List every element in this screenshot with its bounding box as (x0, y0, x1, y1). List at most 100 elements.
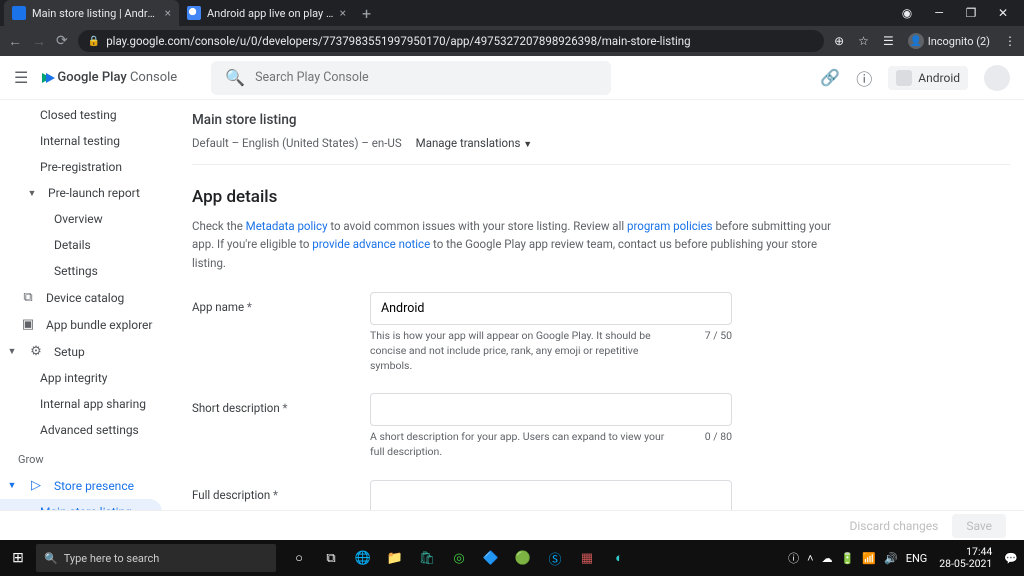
minimize-icon[interactable]: ― (932, 6, 946, 20)
label-short-desc: Short description * (192, 393, 370, 459)
app-icon (896, 70, 912, 86)
url-field[interactable]: 🔒 play.google.com/console/u/0/developers… (78, 30, 824, 52)
sidebar-item-app-bundle[interactable]: ▣App bundle explorer (0, 311, 162, 338)
zoom-icon[interactable]: ⊕ (834, 34, 844, 48)
notifications-icon[interactable]: 💬 (1004, 552, 1018, 565)
footer-bar: Discard changes Save (0, 510, 1024, 540)
program-policies-link[interactable]: program policies (627, 219, 713, 233)
taskbar-search[interactable]: 🔍 Type here to search (36, 544, 276, 572)
sidebar-item-internal-sharing[interactable]: Internal app sharing (0, 391, 162, 417)
bookmark-icon[interactable]: ☆ (858, 34, 869, 48)
browser-tab-active[interactable]: Main store listing | Android × (4, 0, 179, 26)
sidebar-item-internal-testing[interactable]: Internal testing (0, 128, 162, 154)
forward-icon[interactable]: → (32, 33, 46, 50)
row-short-desc: Short description * A short description … (192, 383, 1024, 469)
app-header: ☰ Google Play Console 🔍 🔗 ⓘ Android (0, 56, 1024, 100)
sidebar-section-grow: Grow (0, 443, 170, 472)
chevron-down-icon: ▼ (6, 480, 18, 491)
sidebar-item-store-presence[interactable]: ▼▷Store presence (0, 472, 162, 499)
app-icon[interactable]: ◐ (606, 545, 632, 571)
maximize-icon[interactable]: ❐ (964, 6, 978, 20)
close-window-icon[interactable]: ✕ (996, 6, 1010, 20)
chevron-up-icon[interactable]: ˄ (807, 552, 813, 565)
discard-button[interactable]: Discard changes (849, 519, 938, 533)
battery-icon[interactable]: 🔋 (841, 552, 855, 565)
devices-icon: ⧉ (20, 290, 36, 305)
app-name-hint: This is how your app will appear on Goog… (370, 329, 670, 373)
short-desc-hint: A short description for your app. Users … (370, 430, 670, 459)
back-icon[interactable]: ← (8, 33, 22, 50)
sidebar-item-advanced-settings[interactable]: Advanced settings (0, 417, 162, 443)
short-desc-input[interactable] (370, 393, 732, 426)
gear-icon: ⚙ (28, 344, 44, 359)
sidebar-item-closed-testing[interactable]: Closed testing (0, 102, 162, 128)
url-text: play.google.com/console/u/0/developers/7… (106, 34, 690, 48)
sidebar-item-setup[interactable]: ▼⚙Setup (0, 338, 162, 365)
sidebar-item-pre-registration[interactable]: Pre-registration (0, 154, 162, 180)
sidebar-item-prelaunch[interactable]: ▼Pre-launch report (0, 180, 162, 206)
new-tab-button[interactable]: + (354, 4, 379, 23)
lang-indicator[interactable]: ENG (906, 552, 928, 565)
sidebar-item-overview[interactable]: Overview (0, 206, 162, 232)
app-name-input[interactable] (370, 292, 732, 325)
advance-notice-link[interactable]: provide advance notice (312, 237, 430, 251)
search-icon: 🔍 (44, 552, 58, 565)
label-full-desc: Full description * (192, 480, 370, 510)
cortana-icon[interactable]: ○ (286, 545, 312, 571)
chrome-icon[interactable]: 🟢 (510, 545, 536, 571)
incognito-icon: 👤 (908, 33, 924, 49)
onedrive-icon[interactable]: ☁ (822, 552, 833, 565)
play-console-logo[interactable]: Google Play Console (42, 70, 177, 85)
explorer-icon[interactable]: 📁 (382, 545, 408, 571)
reload-icon[interactable]: ⟳ (56, 33, 68, 49)
sidebar-item-device-catalog[interactable]: ⧉Device catalog (0, 284, 162, 311)
search-box[interactable]: 🔍 (211, 61, 611, 95)
google-favicon (187, 6, 201, 20)
locale-row: Default – English (United States) – en-U… (192, 136, 1010, 165)
save-button[interactable]: Save (952, 514, 1006, 538)
volume-icon[interactable]: 🔊 (884, 552, 898, 565)
skype-icon[interactable]: Ⓢ (542, 545, 568, 571)
lock-icon: 🔒 (88, 36, 100, 47)
avatar[interactable] (984, 65, 1010, 91)
row-app-name: App name * This is how your app will app… (192, 282, 1024, 383)
store-icon[interactable]: 🛍 (414, 545, 440, 571)
record-icon[interactable]: ◉ (900, 6, 914, 20)
wifi-icon[interactable]: 📶 (862, 552, 876, 565)
metadata-policy-link[interactable]: Metadata policy (246, 219, 328, 233)
chevron-down-icon: ▼ (26, 188, 38, 199)
app-icon[interactable]: ◎ (446, 545, 472, 571)
kebab-icon[interactable]: ⋮ (1004, 34, 1016, 48)
app-icon[interactable]: ▦ (574, 545, 600, 571)
play-outline-icon: ▷ (28, 478, 44, 493)
clock[interactable]: 17:44 28-05-2021 (935, 546, 996, 569)
app-selector[interactable]: Android (888, 66, 968, 90)
locale-label: Default – English (United States) – en-U… (192, 136, 402, 150)
search-input[interactable] (255, 70, 597, 85)
app-icon[interactable]: 🔷 (478, 545, 504, 571)
sidebar-item-details[interactable]: Details (0, 232, 162, 258)
menu-icon[interactable]: ☰ (14, 68, 28, 87)
tab-title: Main store listing | Android (32, 7, 159, 20)
address-bar: ← → ⟳ 🔒 play.google.com/console/u/0/deve… (0, 26, 1024, 56)
tray-icon[interactable]: ⓘ (788, 550, 799, 566)
play-favicon (12, 6, 26, 20)
sidebar-item-app-integrity[interactable]: App integrity (0, 365, 162, 391)
sidebar-item-main-store-listing[interactable]: Main store listing (0, 499, 162, 510)
close-icon[interactable]: × (340, 6, 346, 20)
task-view-icon[interactable]: ⧉ (318, 545, 344, 571)
manage-translations-link[interactable]: Manage translations ▼ (416, 136, 533, 150)
reading-list-icon[interactable]: ☰ (883, 34, 894, 48)
play-icon (42, 73, 51, 83)
full-desc-textarea[interactable] (370, 480, 732, 510)
start-button[interactable]: ⊞ (0, 550, 36, 566)
link-icon[interactable]: 🔗 (820, 68, 840, 87)
edge-icon[interactable]: 🌐 (350, 545, 376, 571)
tab-title: Android app live on play store s (207, 7, 334, 20)
browser-tab[interactable]: Android app live on play store s × (179, 0, 354, 26)
bundle-icon: ▣ (20, 317, 36, 332)
sidebar-item-settings[interactable]: Settings (0, 258, 162, 284)
close-icon[interactable]: × (165, 6, 171, 20)
incognito-indicator[interactable]: 👤 Incognito (2) (908, 33, 990, 49)
help-icon[interactable]: ⓘ (856, 66, 872, 90)
